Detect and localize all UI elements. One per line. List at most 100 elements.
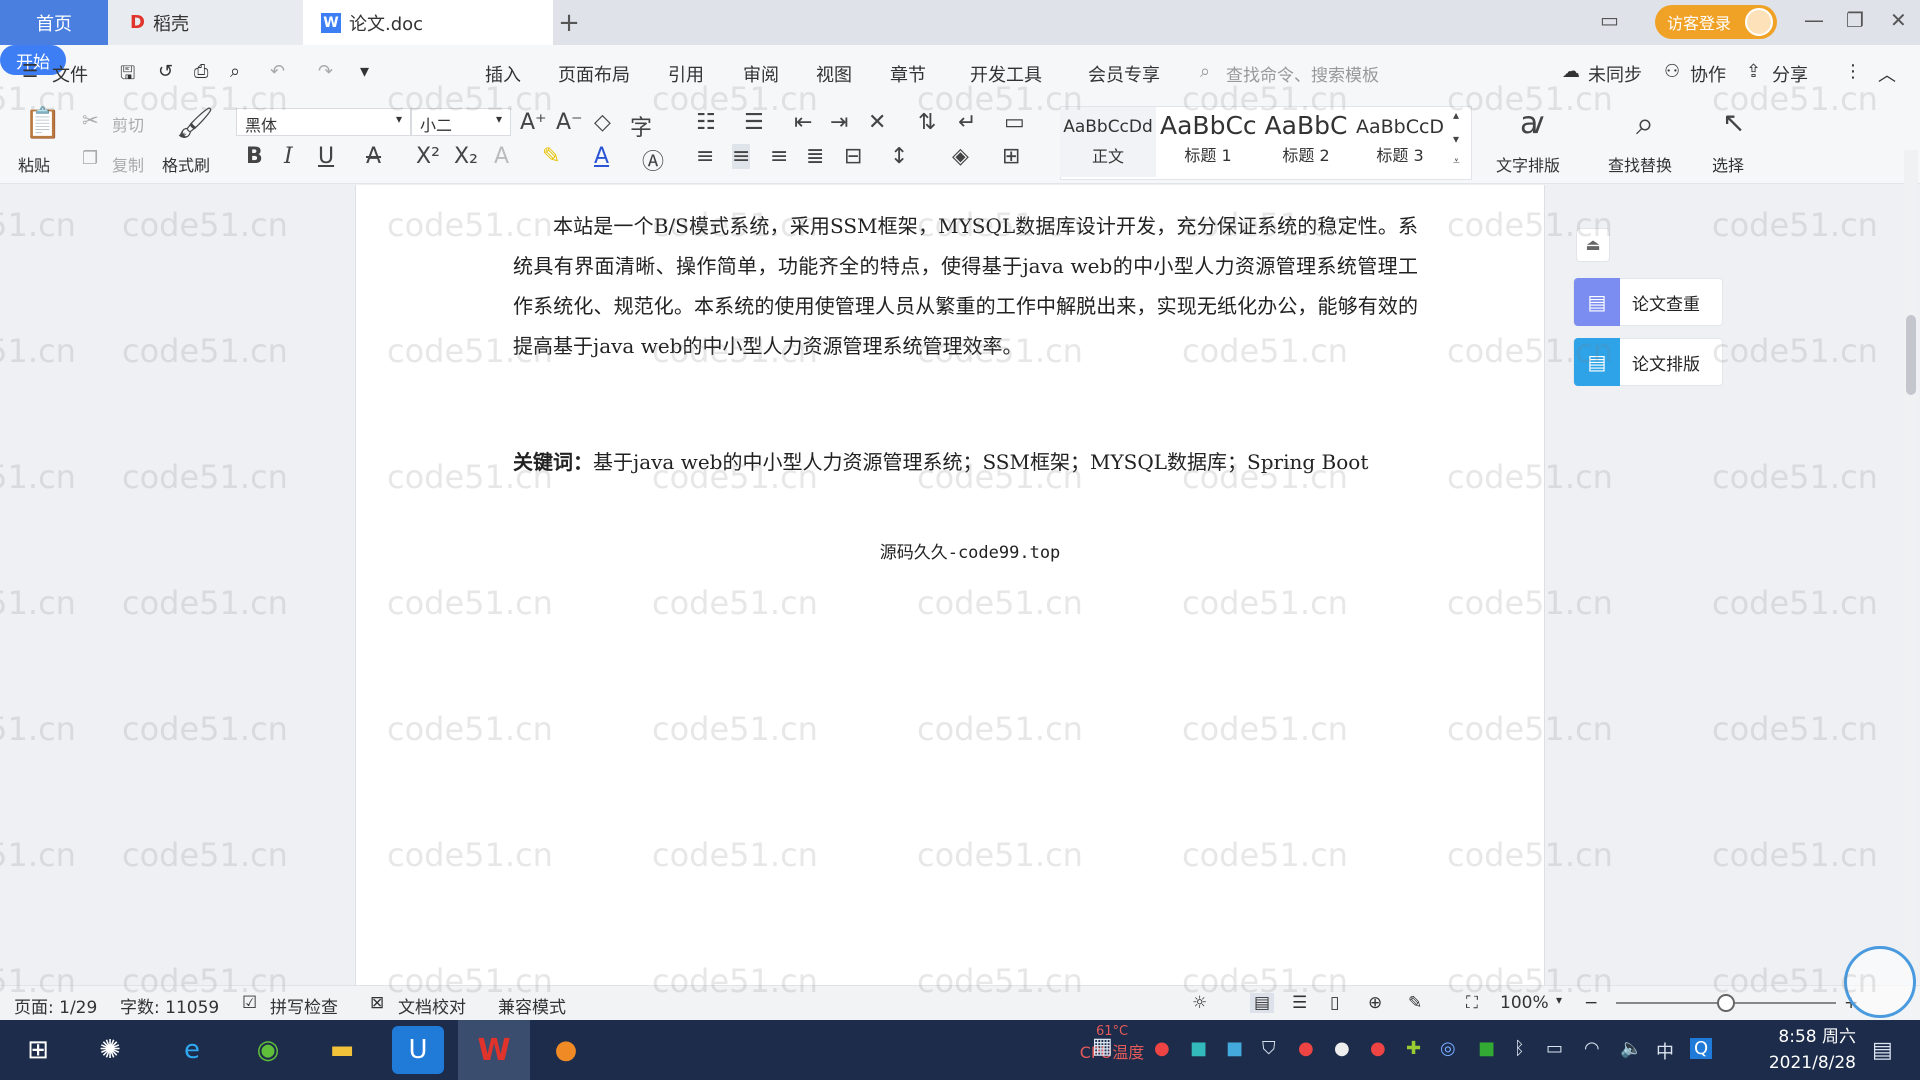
zoom-slider[interactable] [1616,994,1836,1012]
wps-office-icon[interactable]: W [458,1020,530,1080]
menu-developer[interactable]: 开发工具 [970,61,1042,87]
select-button[interactable]: 选择 [1712,152,1744,176]
phonetic-guide-icon[interactable]: 字 [630,110,652,142]
shield-icon[interactable]: ⛉ [1262,1038,1276,1059]
proofread-button[interactable]: 文档校对 [398,993,466,1018]
menu-view[interactable]: 视图 [816,61,852,87]
search-app-icon[interactable]: Q [1690,1038,1713,1059]
close-icon[interactable]: ✕ [1890,8,1907,32]
floating-assistant[interactable] [1844,946,1916,1018]
superscript-icon[interactable]: X² [416,144,440,169]
paper-check-button[interactable]: ▤ 论文查重 [1573,278,1723,326]
hamburger-icon[interactable]: ☰ [22,61,38,82]
subscript-icon[interactable]: X₂ [454,144,478,169]
command-search-input[interactable]: 查找命令、搜索模板 [1226,61,1379,86]
find-replace-button[interactable]: 查找替换 [1608,152,1672,176]
paste-button[interactable]: 粘贴 [18,152,50,176]
bluetooth-icon[interactable]: ᛒ [1514,1038,1525,1059]
bold-icon[interactable]: B [246,144,263,169]
restore-icon[interactable]: ❐ [1846,8,1864,32]
qq-icon[interactable]: ● [1298,1038,1314,1059]
qq-icon[interactable]: ● [1370,1038,1386,1059]
web-view-icon[interactable]: ⊕ [1368,993,1382,1013]
undo-history-icon[interactable]: ↺ [158,61,173,82]
quick-access-dropdown-icon[interactable]: ▾ [360,61,369,82]
qq-icon[interactable]: ● [1334,1038,1350,1059]
monitor-widget-icon[interactable]: ▦ [1092,1034,1113,1059]
print-preview-icon[interactable]: ⌕ [230,61,240,82]
paper-layout-button[interactable]: ▤ 论文排版 [1573,338,1723,386]
sort-icon[interactable]: ⇅ [918,110,936,135]
underline-icon[interactable]: U [318,144,334,169]
highlight-icon[interactable]: ✎ [542,144,560,169]
menu-member[interactable]: 会员专享 [1088,61,1160,87]
font-size-select[interactable]: 小二 ▾ [411,108,511,136]
cut-button[interactable]: 剪切 [112,112,144,136]
collapse-ribbon-icon[interactable]: ︿ [1878,61,1896,87]
style-heading-2[interactable]: AaBbC 标题 2 [1258,107,1354,177]
file-explorer-icon[interactable]: ▬ [316,1026,368,1074]
chinese-layout-icon[interactable]: ✕ [868,110,886,135]
char-border-icon[interactable]: Ⓐ [642,144,664,176]
app-pinwheel-icon[interactable]: ✺ [84,1026,136,1074]
zoom-out-icon[interactable]: − [1584,993,1598,1013]
font-color-icon[interactable]: A [594,144,609,169]
side-panel-collapse-icon[interactable]: ⏏ [1576,228,1610,262]
styles-expand-icon[interactable]: ⩡ [1453,154,1460,169]
paste-icon[interactable]: 📋 [24,106,61,141]
shrink-font-icon[interactable]: A⁻ [556,110,583,135]
sync-status-button[interactable]: 未同步 [1588,61,1642,87]
word-count[interactable]: 字数: 11059 [120,993,219,1018]
tray-app-icon[interactable]: ■ [1226,1038,1243,1059]
distribute-icon[interactable]: ⊟ [844,144,862,169]
redo-icon[interactable]: ↷ [318,61,333,82]
notification-icon[interactable]: ▤ [1872,1038,1893,1063]
vertical-scrollbar[interactable] [1904,150,1918,980]
numbered-list-icon[interactable]: ☰ [744,110,764,135]
justify-icon[interactable]: ≣ [806,144,824,169]
page-indicator[interactable]: 页面: 1/29 [14,993,97,1018]
battery-icon[interactable]: ▭ [1546,1038,1563,1059]
collaborate-button[interactable]: 协作 [1690,61,1726,87]
new-tab-button[interactable]: + [553,0,585,45]
page-view-icon[interactable]: ▤ [1250,993,1275,1013]
abstract-paragraph[interactable]: 本站是一个B/S模式系统，采用SSM框架，MYSQL数据库设计开发，充分保证系统… [513,206,1418,366]
app-u-icon[interactable]: U [392,1026,444,1074]
menu-review[interactable]: 审阅 [743,61,779,87]
browser-360-icon[interactable]: ◉ [242,1026,294,1074]
ime-indicator[interactable]: 中 [1656,1038,1674,1064]
style-heading-3[interactable]: AaBbCcD 标题 3 [1352,107,1448,177]
style-normal[interactable]: AaBbCcDd 正文 [1060,107,1156,177]
line-spacing-icon[interactable]: ↕ [890,144,908,169]
more-options-icon[interactable]: ⋮ [1844,61,1862,82]
reading-view-icon[interactable]: ▯ [1330,993,1339,1013]
zoom-dropdown-icon[interactable]: ▾ [1556,993,1562,1007]
menu-chapter[interactable]: 章节 [890,61,926,87]
styles-scroll-down-icon[interactable]: ▾ [1453,132,1459,146]
tray-app-icon[interactable]: ● [1154,1038,1170,1059]
tray-app-icon[interactable]: ■ [1190,1038,1207,1059]
copy-button[interactable]: 复制 [112,152,144,176]
grow-font-icon[interactable]: A⁺ [520,110,547,135]
scrollbar-thumb[interactable] [1906,315,1916,395]
tab-document[interactable]: W 论文.doc [303,0,553,45]
print-icon[interactable]: ⎙ [194,61,208,82]
format-painter-button[interactable]: 格式刷 [162,152,210,176]
font-name-select[interactable]: 黑体 ▾ [236,108,411,136]
italic-icon[interactable]: I [284,144,293,169]
ruler-icon[interactable]: ▭ [1004,110,1025,135]
internet-explorer-icon[interactable]: e [166,1026,218,1074]
eye-protection-icon[interactable]: ☼ [1192,993,1207,1013]
zoom-level[interactable]: 100% [1500,993,1549,1013]
menu-references[interactable]: 引用 [668,61,704,87]
undo-icon[interactable]: ↶ [270,61,285,82]
menu-file[interactable]: 文件 [52,61,88,87]
write-mode-icon[interactable]: ✎ [1408,993,1422,1013]
decrease-indent-icon[interactable]: ⇤ [794,110,812,135]
tray-app-icon[interactable]: ◎ [1440,1038,1456,1059]
clock[interactable]: 8:58 周六 2021/8/28 [1736,1024,1856,1076]
menu-insert[interactable]: 插入 [485,61,521,87]
nvidia-icon[interactable]: ■ [1478,1038,1495,1059]
tab-daoke[interactable]: D 稻壳 [108,0,303,45]
tray-app-icon[interactable]: ✚ [1406,1038,1421,1059]
